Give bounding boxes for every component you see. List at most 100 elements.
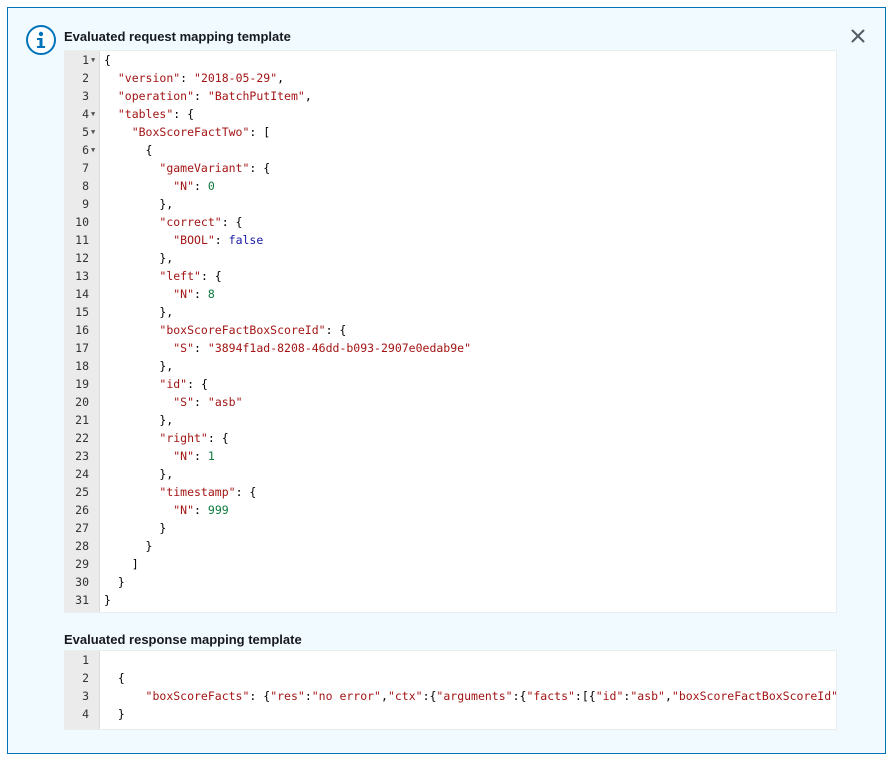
- json-key: "right": [159, 431, 208, 445]
- code-text: },: [100, 413, 173, 427]
- json-punctuation: : {: [249, 161, 271, 175]
- line-number-label: 28: [75, 539, 89, 553]
- fold-arrow-icon[interactable]: ▼: [91, 51, 95, 69]
- json-punctuation: : {: [221, 215, 243, 229]
- response-code-lines: { "boxScoreFacts": {"res":"no error","ct…: [100, 651, 836, 729]
- code-line: }: [100, 591, 836, 609]
- json-punctuation: {: [104, 53, 111, 67]
- line-number: 22: [65, 429, 99, 447]
- response-template-title: Evaluated response mapping template: [64, 632, 302, 647]
- json-key: "id": [595, 689, 624, 703]
- info-icon: [26, 25, 56, 55]
- json-string: "no error": [311, 689, 381, 703]
- code-text: {: [100, 53, 111, 67]
- json-punctuation: : {: [235, 485, 257, 499]
- code-line: {: [100, 141, 836, 159]
- code-text: "version": "2018-05-29",: [100, 71, 284, 85]
- code-line: "N": 1: [100, 447, 836, 465]
- line-number-label: 2: [82, 71, 89, 85]
- json-punctuation: :: [194, 503, 208, 517]
- code-text: "id": {: [100, 377, 208, 391]
- json-punctuation: [104, 431, 159, 445]
- json-key: "boxScoreFactBoxScoreId": [159, 323, 326, 337]
- line-number: 2: [65, 669, 99, 687]
- code-line: "timestamp": {: [100, 483, 836, 501]
- request-code-lines: { "version": "2018-05-29", "operation": …: [100, 51, 836, 612]
- line-number-label: 4: [82, 107, 89, 121]
- json-number: 1: [207, 449, 215, 463]
- line-number-label: 3: [82, 89, 89, 103]
- line-number: 3: [65, 687, 99, 705]
- code-text: {: [100, 671, 125, 685]
- code-line: "S": "asb": [100, 393, 836, 411]
- code-text: ]: [100, 557, 139, 571]
- line-number: 2: [65, 69, 99, 87]
- json-key: "BoxScoreFactTwo": [131, 125, 250, 139]
- json-punctuation: },: [104, 467, 174, 481]
- line-number-label: 30: [75, 575, 89, 589]
- json-punctuation: : {: [187, 377, 208, 391]
- line-number-label: 18: [75, 359, 89, 373]
- json-punctuation: }: [104, 521, 167, 535]
- json-string: "asb": [630, 689, 665, 703]
- fold-arrow-icon[interactable]: ▼: [91, 123, 95, 141]
- line-number: 3: [65, 87, 99, 105]
- line-number: 7: [65, 159, 99, 177]
- json-punctuation: [104, 233, 173, 247]
- line-number-label: 26: [75, 503, 89, 517]
- line-number: 28: [65, 537, 99, 555]
- line-number-label: 14: [75, 287, 89, 301]
- json-punctuation: [104, 215, 159, 229]
- line-number: 14: [65, 285, 99, 303]
- json-punctuation: :: [180, 71, 195, 85]
- line-number-label: 1: [82, 53, 89, 67]
- code-line: ]: [100, 555, 836, 573]
- code-line: "BOOL": false: [100, 231, 836, 249]
- line-number-label: 5: [82, 125, 89, 139]
- line-number-label: 10: [75, 215, 89, 229]
- json-punctuation: },: [104, 305, 174, 319]
- code-text: },: [100, 197, 173, 211]
- json-punctuation: [104, 395, 173, 409]
- code-text: "tables": {: [100, 107, 194, 121]
- code-text: "operation": "BatchPutItem",: [100, 89, 312, 103]
- code-line: "boxScoreFactBoxScoreId": {: [100, 321, 836, 339]
- json-punctuation: : [: [249, 125, 271, 139]
- line-number: 18: [65, 357, 99, 375]
- json-punctuation: :{: [422, 689, 437, 703]
- json-key: "facts": [526, 689, 575, 703]
- code-text: "correct": {: [100, 215, 242, 229]
- code-text: "gameVariant": {: [100, 161, 270, 175]
- line-number: 13: [65, 267, 99, 285]
- json-key: "boxScoreFactBoxScoreId": [671, 689, 836, 703]
- request-template-editor[interactable]: 1 ▼ 2 3 4 ▼ 5 ▼ 6 ▼ 7 8 9 10 11 12 13 14 15 16 17 18 19 20 21 22 2…: [64, 50, 837, 613]
- json-punctuation: :{: [512, 689, 527, 703]
- fold-arrow-icon[interactable]: ▼: [91, 105, 95, 123]
- json-key: "correct": [159, 215, 222, 229]
- line-number: 29: [65, 555, 99, 573]
- json-punctuation: ,: [277, 71, 285, 85]
- line-number-label: 8: [82, 179, 89, 193]
- json-punctuation: }: [104, 539, 153, 553]
- json-string: "3894f1ad-8208-46dd-b093-2907e0edab9e": [207, 341, 471, 355]
- close-icon: [851, 29, 865, 43]
- code-line: "left": {: [100, 267, 836, 285]
- response-template-editor[interactable]: 1 2 3 4 { "boxScoreFacts": {"res":"no error…: [64, 650, 837, 730]
- line-number: 27: [65, 519, 99, 537]
- close-button[interactable]: [846, 24, 870, 48]
- line-number: 8: [65, 177, 99, 195]
- json-punctuation: [104, 107, 118, 121]
- json-punctuation: :: [214, 233, 229, 247]
- json-string: "BatchPutItem": [207, 89, 305, 103]
- json-punctuation: : {: [325, 323, 347, 337]
- json-key: "operation": [117, 89, 195, 103]
- fold-arrow-icon[interactable]: ▼: [91, 141, 95, 159]
- json-key: "N": [173, 287, 195, 301]
- code-line: },: [100, 465, 836, 483]
- code-line: }: [100, 705, 836, 723]
- line-number: 6 ▼: [65, 141, 99, 159]
- line-number: 19: [65, 375, 99, 393]
- code-text: }: [100, 521, 166, 535]
- json-punctuation: [104, 377, 159, 391]
